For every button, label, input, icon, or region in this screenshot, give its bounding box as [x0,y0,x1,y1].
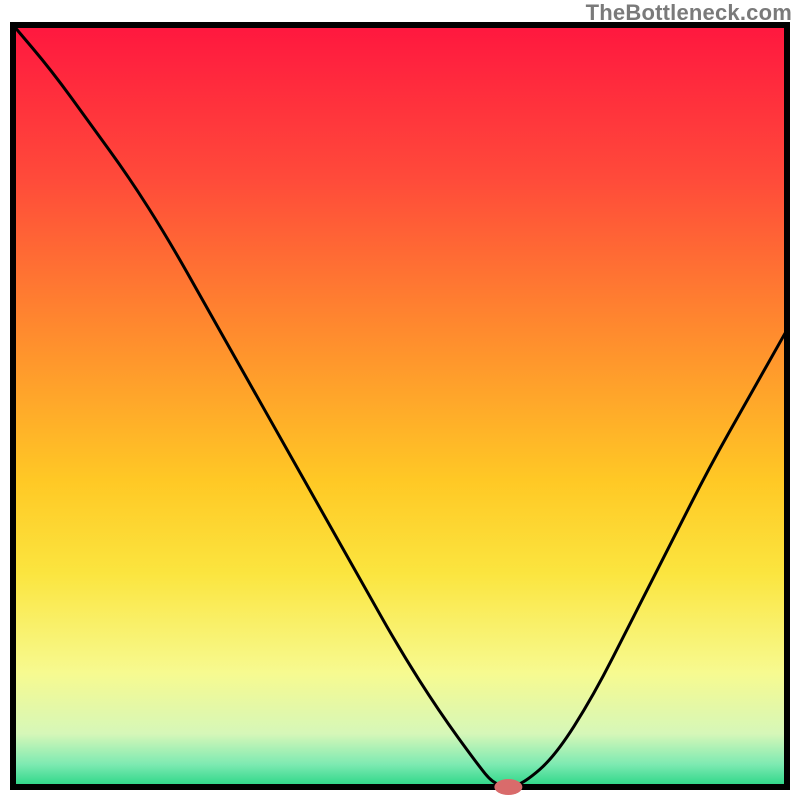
minimum-marker [494,779,522,795]
plot-background [13,25,787,787]
bottleneck-chart [0,0,800,800]
